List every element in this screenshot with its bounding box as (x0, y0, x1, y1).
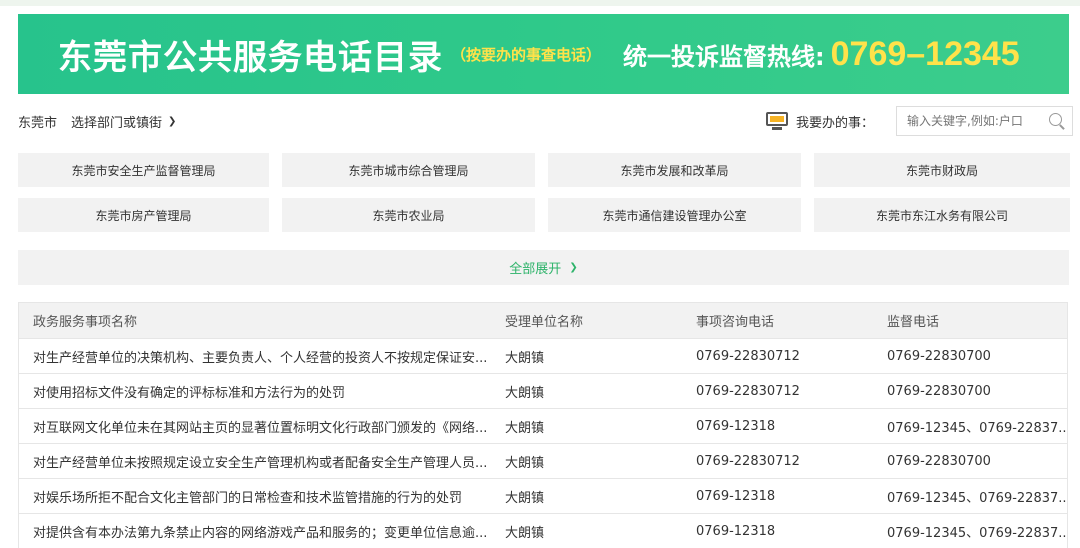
handling-unit: 大朗镇 (505, 420, 545, 436)
banner-subtitle: （按要办的事查电话） (451, 45, 602, 64)
dept-select-label: 选择部门或镇街 (71, 116, 163, 131)
handling-unit: 大朗镇 (505, 350, 545, 366)
top-strip (0, 0, 1080, 6)
expand-all-label: 全部展开 (509, 262, 562, 277)
monitor-icon (766, 112, 788, 130)
search-input[interactable] (907, 114, 1044, 128)
column-header: 受理单位名称 (505, 315, 584, 330)
consult-phone: 0769-22830712 (696, 383, 800, 399)
consult-phone: 0769-12318 (696, 523, 776, 539)
dept-button[interactable]: 东莞市财政局 (814, 153, 1070, 187)
expand-all-button[interactable]: 全部展开 ❯ (18, 250, 1069, 285)
location-selector: 东莞市 选择部门或镇街 ❯ (18, 112, 176, 131)
supervision-phone: 0769-12345、0769-22837... (887, 490, 1067, 506)
search-bar: 我要办的事： (766, 106, 1074, 136)
hotline-label: 统一投诉监督热线: (623, 42, 825, 71)
table-row[interactable]: 对提供含有本办法第九条禁止内容的网络游戏产品和服务的；变更单位信息逾... 大朗… (19, 514, 1067, 548)
dept-button[interactable]: 东莞市房产管理局 (18, 198, 269, 232)
service-name[interactable]: 对生产经营单位的决策机构、主要负责人、个人经营的投资人不按规定保证安... (19, 347, 505, 366)
supervision-phone: 0769-22830700 (887, 383, 991, 399)
consult-phone: 0769-12318 (696, 488, 776, 504)
dept-button[interactable]: 东莞市城市综合管理局 (282, 153, 535, 187)
supervision-phone: 0769-12345、0769-22837... (887, 525, 1067, 541)
consult-phone: 0769-12318 (696, 418, 776, 434)
service-name[interactable]: 对娱乐场所拒不配合文化主管部门的日常检查和技术监管措施的行为的处罚 (19, 487, 505, 506)
search-icon[interactable] (1049, 113, 1065, 129)
dept-button[interactable]: 东莞市东江水务有限公司 (814, 198, 1070, 232)
supervision-phone: 0769-22830700 (887, 348, 991, 364)
dept-button[interactable]: 东莞市通信建设管理办公室 (548, 198, 801, 232)
column-header: 事项咨询电话 (696, 315, 775, 330)
supervision-phone: 0769-12345、0769-22837... (887, 420, 1067, 436)
department-grid: 东莞市安全生产监督管理局 东莞市城市综合管理局 东莞市发展和改革局 东莞市财政局… (18, 153, 1070, 232)
search-label: 我要办的事： (796, 115, 875, 131)
consult-phone: 0769-22830712 (696, 453, 800, 469)
column-header: 政务服务事项名称 (33, 315, 138, 330)
chevron-down-icon: ❯ (569, 262, 578, 273)
dept-button[interactable]: 东莞市安全生产监督管理局 (18, 153, 269, 187)
service-name[interactable]: 对生产经营单位未按照规定设立安全生产管理机构或者配备安全生产管理人员... (19, 452, 505, 471)
table-row[interactable]: 对生产经营单位的决策机构、主要负责人、个人经营的投资人不按规定保证安... 大朗… (19, 339, 1067, 374)
services-table: 政务服务事项名称 受理单位名称 事项咨询电话 监督电话 对生产经营单位的决策机构… (18, 302, 1068, 548)
table-row[interactable]: 对使用招标文件没有确定的评标标准和方法行为的处罚 大朗镇 0769-228307… (19, 374, 1067, 409)
city-label: 东莞市 (18, 116, 58, 131)
dept-button[interactable]: 东莞市发展和改革局 (548, 153, 801, 187)
service-name[interactable]: 对互联网文化单位未在其网站主页的显著位置标明文化行政部门颁发的《网络... (19, 417, 505, 436)
table-header-row: 政务服务事项名称 受理单位名称 事项咨询电话 监督电话 (19, 303, 1067, 339)
service-name[interactable]: 对提供含有本办法第九条禁止内容的网络游戏产品和服务的；变更单位信息逾... (19, 522, 505, 541)
search-box (896, 106, 1074, 136)
banner-title: 东莞市公共服务电话目录 (58, 37, 443, 78)
handling-unit: 大朗镇 (505, 385, 545, 401)
table-row[interactable]: 对生产经营单位未按照规定设立安全生产管理机构或者配备安全生产管理人员... 大朗… (19, 444, 1067, 479)
consult-phone: 0769-22830712 (696, 348, 800, 364)
hotline-number: 0769–12345 (830, 34, 1020, 73)
service-name[interactable]: 对使用招标文件没有确定的评标标准和方法行为的处罚 (19, 382, 505, 401)
table-row[interactable]: 对互联网文化单位未在其网站主页的显著位置标明文化行政部门颁发的《网络... 大朗… (19, 409, 1067, 444)
header-banner: 东莞市公共服务电话目录 （按要办的事查电话） 统一投诉监督热线: 0769–12… (18, 14, 1069, 94)
handling-unit: 大朗镇 (505, 455, 545, 471)
dept-select-dropdown[interactable]: 选择部门或镇街 ❯ (71, 112, 176, 131)
column-header: 监督电话 (887, 315, 940, 330)
dept-button[interactable]: 东莞市农业局 (282, 198, 535, 232)
table-row[interactable]: 对娱乐场所拒不配合文化主管部门的日常检查和技术监管措施的行为的处罚 大朗镇 07… (19, 479, 1067, 514)
handling-unit: 大朗镇 (505, 525, 545, 541)
supervision-phone: 0769-22830700 (887, 453, 991, 469)
handling-unit: 大朗镇 (505, 490, 545, 506)
chevron-down-icon: ❯ (168, 116, 177, 127)
